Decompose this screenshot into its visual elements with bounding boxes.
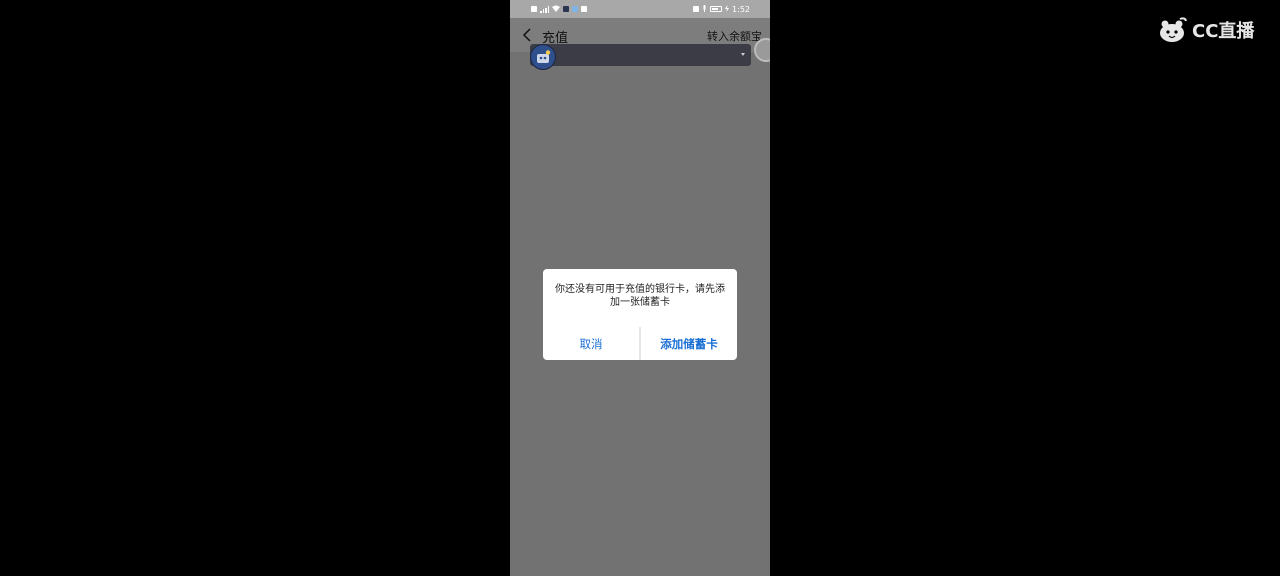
caret-down-icon [741,53,745,56]
charging-icon [725,4,730,14]
screen: CC直播 1:52 充值 转入余额宝 你还没有可用于充值的银行卡，请先添加一张储… [0,0,1280,576]
phone-screen: 1:52 充值 转入余额宝 你还没有可用于充值的银行卡，请先添加一张储蓄卡 取消… [510,0,770,576]
message-notification-icon [572,6,578,12]
stream-overlay-bar[interactable] [530,44,751,66]
add-debit-card-button[interactable]: 添加储蓄卡 [641,327,737,360]
cc-live-logo-icon [1160,17,1187,42]
status-time: 1:52 [732,4,750,14]
dialog-buttons: 取消 添加储蓄卡 [543,327,737,360]
notification-icon [531,6,537,12]
cc-live-watermark: CC直播 [1158,16,1254,44]
battery-icon [710,6,723,12]
streamer-avatar[interactable] [530,44,556,70]
no-bank-card-dialog: 你还没有可用于充值的银行卡，请先添加一张储蓄卡 取消 添加储蓄卡 [543,269,737,360]
nfc-icon [693,6,700,12]
emoji-avatar-icon [537,50,551,63]
back-button[interactable] [520,27,534,43]
floating-assistant-avatar[interactable] [754,38,770,62]
chevron-left-icon [522,28,531,42]
app-notification-icon [563,6,569,12]
status-bar-left [531,5,587,14]
watermark-text: CC直播 [1192,21,1255,42]
cancel-button[interactable]: 取消 [543,327,639,360]
transfer-to-yuebao-link[interactable]: 转入余额宝 [707,28,762,44]
status-bar-right: 1:52 [693,4,750,14]
wifi-icon [552,5,560,14]
signal-icon [540,5,549,13]
dialog-message: 你还没有可用于充值的银行卡，请先添加一张储蓄卡 [555,284,725,308]
status-bar: 1:52 [510,0,770,18]
image-notification-icon [581,6,587,12]
mic-icon [702,4,707,14]
